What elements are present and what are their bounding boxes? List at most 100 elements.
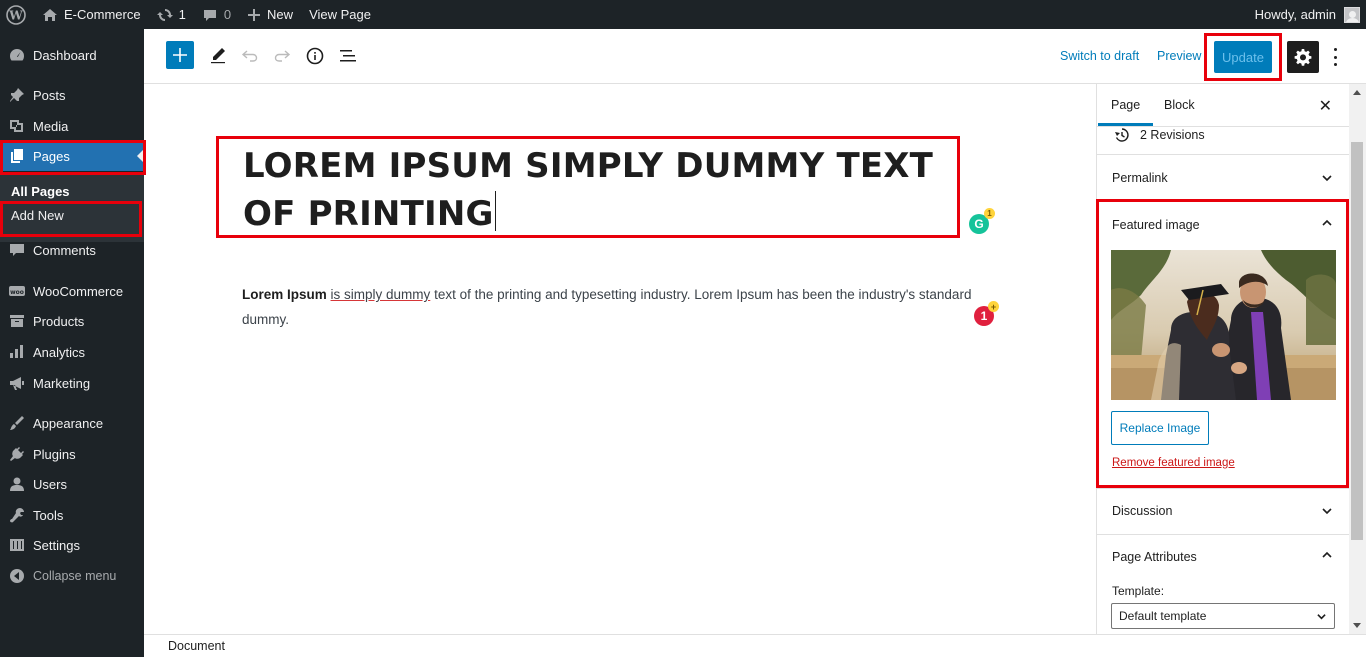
grammarly-icon[interactable]: G1 [969,208,995,234]
wrench-icon [8,506,26,524]
brush-icon [8,414,26,432]
menu-appearance[interactable]: Appearance [0,408,144,438]
tools-button[interactable] [208,45,228,65]
collapse-label: Collapse menu [33,569,117,583]
menu-plugins[interactable]: Plugins [0,439,144,469]
issue-count: 1 [980,309,988,323]
block-breadcrumb-bar: Document [144,634,1366,657]
text-cursor [494,191,496,231]
details-button[interactable] [305,46,325,66]
menu-label: Users [33,476,67,492]
sliders-icon [8,536,26,554]
menu-marketing[interactable]: Marketing [0,368,144,398]
remove-featured-image-link[interactable]: Remove featured image [1112,457,1235,469]
grammarly-count: 1 [984,208,995,219]
info-icon [306,47,324,65]
menu-posts[interactable]: Posts [0,80,144,110]
menu-comments[interactable]: Comments [0,235,144,265]
grammarly-issues-icon[interactable]: 1 + [974,301,999,326]
list-view-button[interactable] [338,46,358,66]
settings-scrollbar[interactable] [1349,84,1366,634]
paragraph-bold-text: Lorem Ipsum [242,287,327,302]
scrollbar-thumb[interactable] [1351,142,1363,540]
template-value: Default template [1119,609,1207,623]
post-title[interactable]: LOREM IPSUM SIMPLY DUMMY TEXT OF PRINTIN… [243,142,963,238]
revisions-label: 2 Revisions [1140,128,1205,142]
redo-icon [274,50,291,62]
chevron-up-icon[interactable] [1322,218,1332,228]
wordpress-logo-icon[interactable]: W [0,0,34,29]
menu-settings[interactable]: Settings [0,530,144,560]
paragraph-block[interactable]: Lorem Ipsum is simply dummy text of the … [242,282,972,332]
gear-icon [1294,49,1312,66]
archive-icon [8,312,26,330]
plug-icon [8,445,26,463]
template-select[interactable]: Default template [1111,603,1335,629]
new-label: New [267,7,294,22]
chart-bar-icon [8,343,26,361]
page-attributes-title[interactable]: Page Attributes [1112,550,1197,564]
my-account[interactable]: Howdy, admin [1255,6,1366,23]
close-icon[interactable]: ✕ [1319,96,1332,116]
revisions-section[interactable]: 2 Revisions [1097,127,1349,155]
replace-image-button[interactable]: Replace Image [1111,411,1209,445]
menu-label: Analytics [33,344,86,360]
redo-button[interactable] [272,45,292,65]
sidebar-tabs: Page Block ✕ [1097,84,1349,127]
menu-dashboard[interactable]: Dashboard [0,40,144,70]
submenu-all-pages[interactable]: All Pages [11,184,70,199]
scroll-down-icon[interactable] [1353,623,1361,628]
featured-image-title[interactable]: Featured image [1112,218,1200,232]
megaphone-icon [8,374,26,392]
permalink-panel[interactable]: Permalink [1097,155,1349,201]
pencil-icon [211,48,225,64]
new-content-link[interactable]: New [239,0,301,29]
plus-icon [173,48,187,62]
scroll-up-icon[interactable] [1353,90,1361,95]
undo-button[interactable] [240,45,260,65]
menu-users[interactable]: Users [0,469,144,499]
menu-woocommerce[interactable]: woo WooCommerce [0,276,144,306]
menu-label: Dashboard [33,47,97,63]
updates-link[interactable]: 1 [149,0,194,29]
collapse-menu-button[interactable]: Collapse menu [0,561,144,591]
view-page-link[interactable]: View Page [301,0,379,29]
breadcrumb-document[interactable]: Document [168,639,225,653]
svg-text:W: W [8,8,23,22]
featured-image-preview[interactable] [1111,250,1336,400]
add-block-button[interactable] [166,41,194,69]
tab-page[interactable]: Page [1097,98,1154,126]
menu-label: Comments [33,242,96,258]
menu-products[interactable]: Products [0,306,144,336]
user-icon [8,475,26,493]
comments-link[interactable]: 0 [194,0,239,29]
comments-count: 0 [223,7,232,22]
switch-to-draft-button[interactable]: Switch to draft [1060,49,1139,63]
comment-icon [203,9,216,21]
site-name-link[interactable]: E-Commerce [34,0,149,29]
editor-canvas: LOREM IPSUM SIMPLY DUMMY TEXT OF PRINTIN… [144,84,1096,634]
preview-button[interactable]: Preview [1157,49,1201,63]
discussion-panel[interactable]: Discussion [1097,489,1349,535]
pin-icon [8,86,26,104]
menu-tools[interactable]: Tools [0,500,144,530]
menu-pages[interactable]: Pages [0,141,144,171]
menu-label: Tools [33,507,64,523]
menu-media[interactable]: Media [0,111,144,141]
update-button[interactable]: Update [1214,41,1272,73]
chevron-down-icon [1322,508,1332,515]
settings-button[interactable] [1287,41,1319,73]
menu-label: Media [33,118,69,134]
more-options-button[interactable] [1330,45,1340,69]
menu-analytics[interactable]: Analytics [0,337,144,367]
collapse-icon [8,567,26,585]
menu-label: Plugins [33,446,76,462]
comment-icon [8,241,26,259]
avatar [1344,6,1360,23]
view-page-label: View Page [309,7,371,22]
chevron-down-icon [1322,175,1332,182]
submenu-add-new[interactable]: Add New [11,208,64,223]
chevron-up-icon[interactable] [1322,550,1332,560]
tab-block[interactable]: Block [1164,98,1195,112]
post-title-text[interactable]: LOREM IPSUM SIMPLY DUMMY TEXT OF PRINTIN… [243,146,933,234]
